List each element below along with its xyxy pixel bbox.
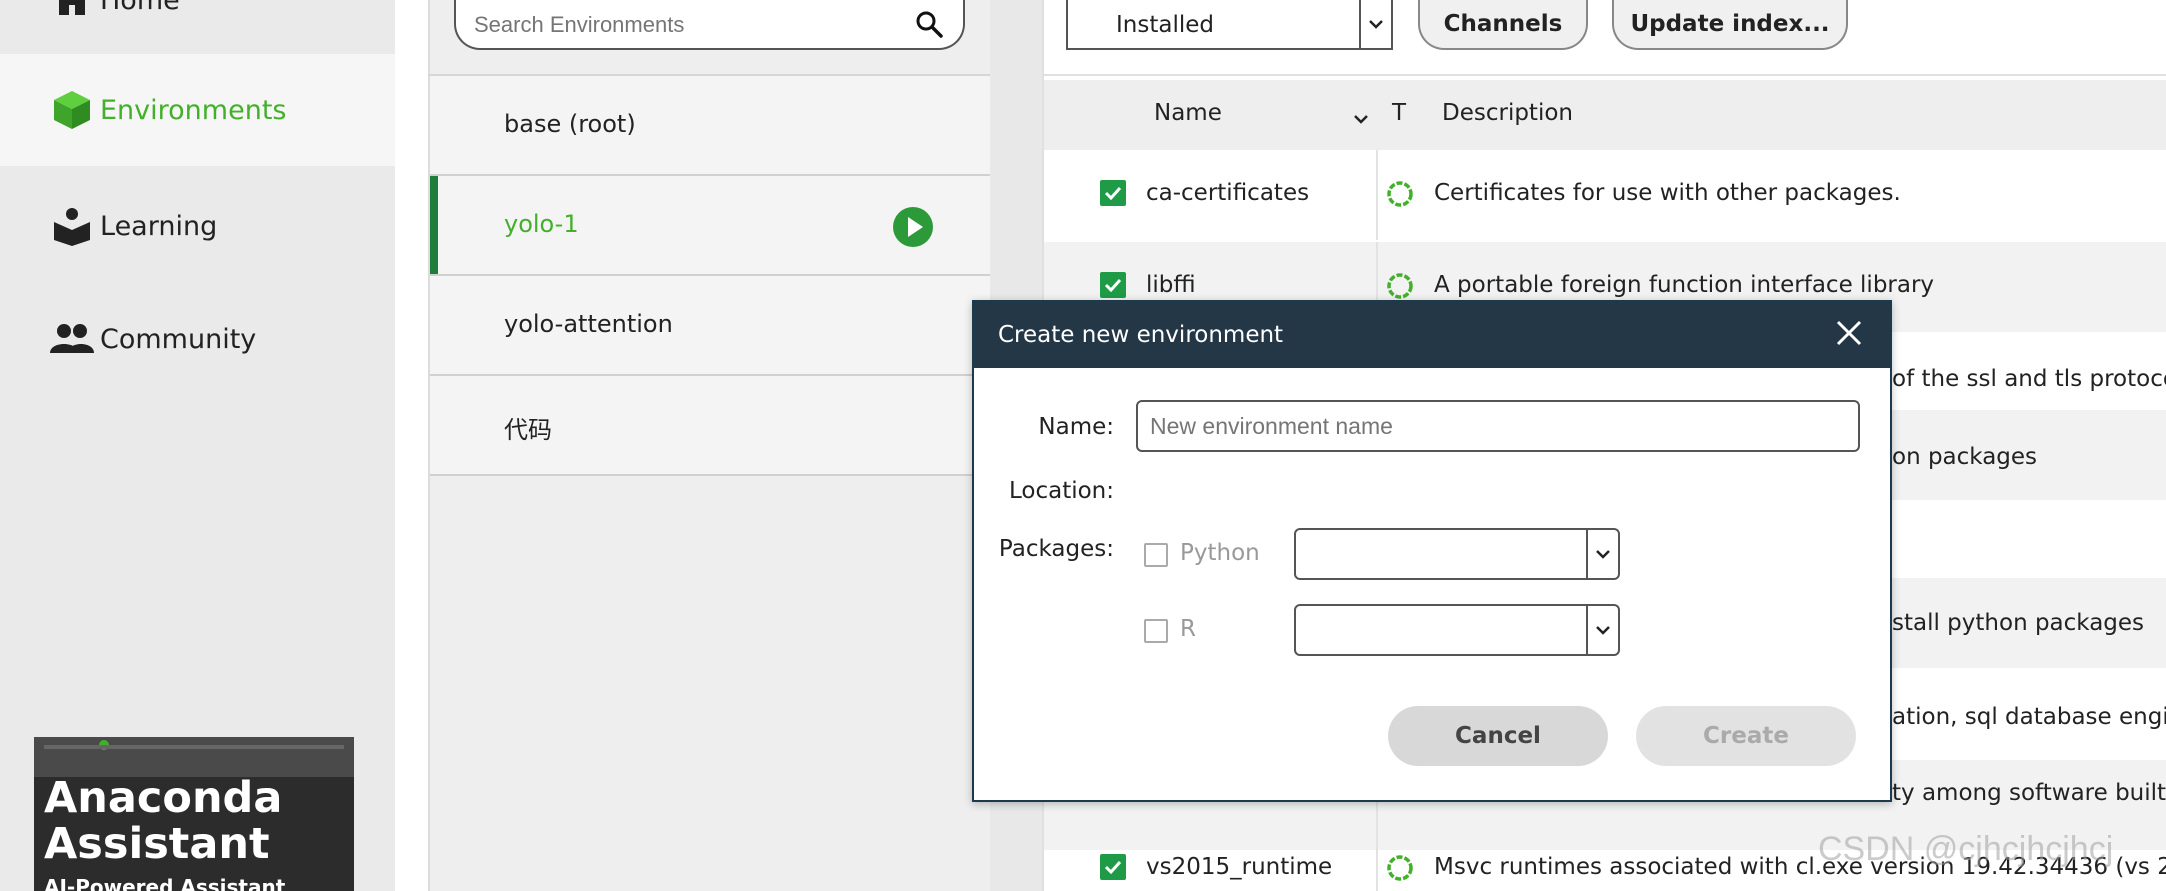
package-description-fragment: stall python packages xyxy=(1892,610,2145,636)
sidebar-item-environments[interactable]: Environments xyxy=(0,54,395,166)
package-description-fragment: on packages xyxy=(1892,444,2038,470)
package-description-fragment: ation, sql database engine xyxy=(1892,704,2166,730)
package-name: ca-certificates xyxy=(1146,180,1310,206)
checked-checkbox-icon[interactable] xyxy=(1100,854,1126,880)
play-icon[interactable] xyxy=(892,206,934,248)
package-description: A portable foreign function interface li… xyxy=(1434,272,1935,298)
column-header-description[interactable]: Description xyxy=(1442,100,1573,126)
active-indicator xyxy=(430,176,438,274)
r-label: R xyxy=(1180,616,1196,642)
status-ring-icon xyxy=(1386,272,1414,300)
environment-name-input[interactable] xyxy=(1136,400,1860,452)
search-environments[interactable] xyxy=(454,0,965,50)
sidebar-item-label: Community xyxy=(100,323,257,355)
env-item-yolo-1[interactable]: yolo-1 xyxy=(430,176,990,276)
assistant-promo-card[interactable]: Anaconda Assistant AI-Powered Assistant xyxy=(34,737,354,891)
dialog-title: Create new environment xyxy=(998,322,1284,348)
package-filter-select[interactable]: Installed xyxy=(1066,0,1393,50)
sidebar-item-label: Home xyxy=(100,0,180,16)
package-description-fragment: of the ssl and tls protocols xyxy=(1892,366,2166,392)
sort-chevron-icon[interactable] xyxy=(1354,104,1368,130)
column-header-name[interactable]: Name xyxy=(1154,100,1222,126)
chevron-down-icon[interactable] xyxy=(1586,530,1618,578)
sidebar-item-community[interactable]: Community xyxy=(0,283,395,395)
table-row[interactable]: ca-certificates Certificates for use wit… xyxy=(1044,150,2166,240)
env-item-base[interactable]: base (root) xyxy=(430,76,990,176)
env-item-label: base (root) xyxy=(504,110,636,138)
packages-label: Packages: xyxy=(998,536,1114,562)
cube-icon xyxy=(50,88,94,132)
env-item-label: yolo-attention xyxy=(504,310,673,338)
python-label: Python xyxy=(1180,540,1260,566)
create-button[interactable]: Create xyxy=(1636,706,1856,766)
name-label: Name: xyxy=(1038,414,1114,440)
package-description-fragment: ty among software built w xyxy=(1892,780,2166,806)
env-item-label: 代码 xyxy=(504,416,552,444)
env-item-code[interactable]: 代码 xyxy=(430,376,990,476)
dialog-header: Create new environment xyxy=(974,302,1890,368)
python-checkbox[interactable] xyxy=(1144,543,1168,567)
anaconda-navigator: Home Environments Learning Community Ana… xyxy=(0,0,2166,891)
package-filter-value: Installed xyxy=(1116,12,1214,38)
sidebar: Home Environments Learning Community Ana… xyxy=(0,0,395,891)
sidebar-item-label: Environments xyxy=(100,94,287,126)
column-header-type[interactable]: T xyxy=(1392,100,1406,126)
book-reader-icon xyxy=(50,204,94,248)
search-icon[interactable] xyxy=(915,10,943,38)
status-ring-icon xyxy=(1386,854,1414,882)
chevron-down-icon[interactable] xyxy=(1586,606,1618,654)
location-label: Location: xyxy=(1008,478,1114,504)
channels-button[interactable]: Channels xyxy=(1418,0,1588,50)
create-environment-dialog: Create new environment Name: Location: P… xyxy=(972,300,1892,802)
sidebar-item-home[interactable]: Home xyxy=(0,0,395,56)
r-version-select[interactable] xyxy=(1294,604,1620,656)
assistant-preview-image xyxy=(34,737,354,777)
watermark: CSDN @cjhcjhcjhcj xyxy=(1818,830,2114,868)
update-index-button[interactable]: Update index... xyxy=(1612,0,1848,50)
env-item-yolo-attention[interactable]: yolo-attention xyxy=(430,276,990,376)
cancel-button[interactable]: Cancel xyxy=(1388,706,1608,766)
search-input[interactable] xyxy=(474,10,904,40)
packages-table-header: Name T Description xyxy=(1044,80,2166,150)
package-name: libffi xyxy=(1146,272,1196,298)
assistant-title: Anaconda Assistant xyxy=(44,773,283,869)
chevron-down-icon[interactable] xyxy=(1359,0,1391,48)
package-name: vs2015_runtime xyxy=(1146,854,1333,880)
checked-checkbox-icon[interactable] xyxy=(1100,272,1126,298)
sidebar-item-learning[interactable]: Learning xyxy=(0,170,395,282)
env-item-label: yolo-1 xyxy=(504,210,579,238)
people-icon xyxy=(50,317,94,361)
home-icon xyxy=(50,0,94,22)
assistant-subtitle: AI-Powered Assistant xyxy=(44,875,286,891)
close-icon[interactable] xyxy=(1834,318,1864,348)
sidebar-item-label: Learning xyxy=(100,210,218,242)
python-version-select[interactable] xyxy=(1294,528,1620,580)
checked-checkbox-icon[interactable] xyxy=(1100,180,1126,206)
package-description: Certificates for use with other packages… xyxy=(1434,180,1901,206)
status-ring-icon xyxy=(1386,180,1414,208)
r-checkbox[interactable] xyxy=(1144,619,1168,643)
